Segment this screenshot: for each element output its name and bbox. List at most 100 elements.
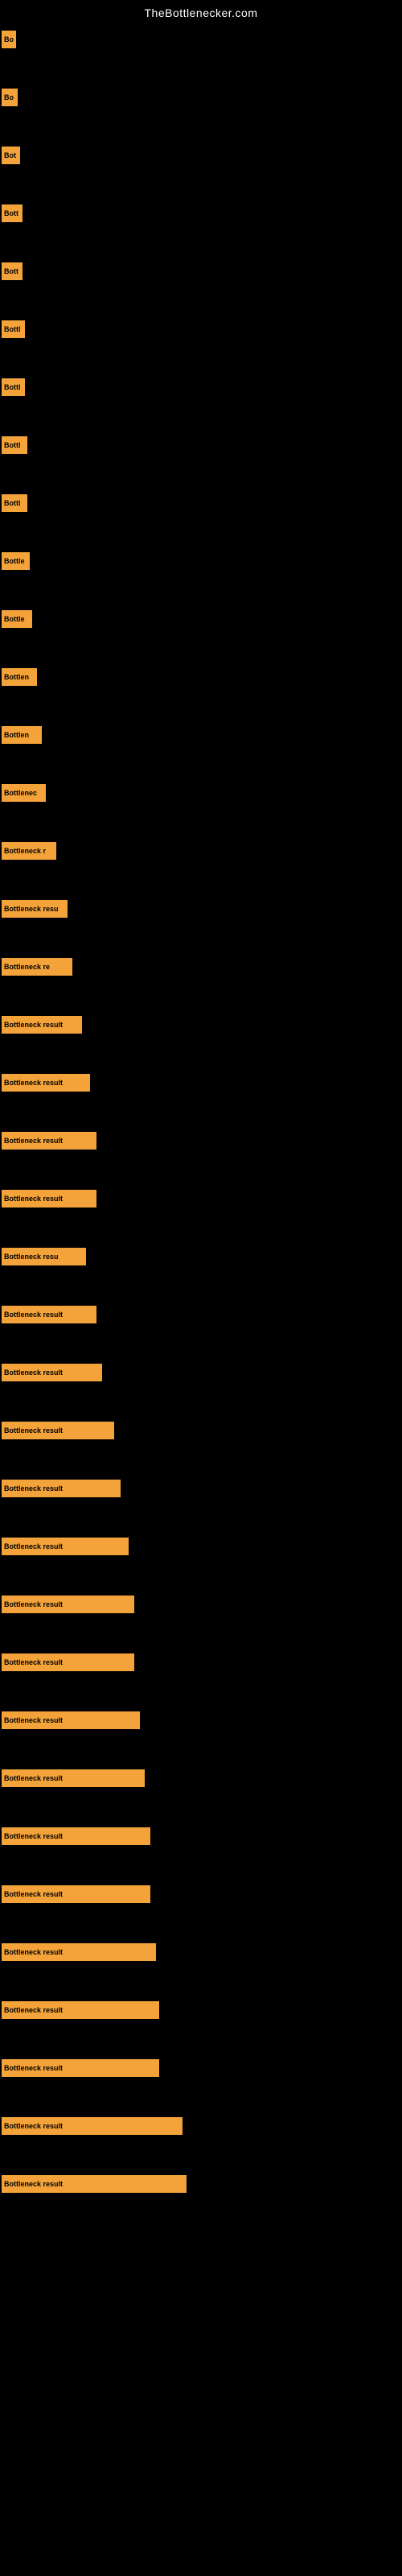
bar-row: Bottlen <box>2 668 402 686</box>
bottleneck-bar: Bottleneck result <box>2 1943 156 1961</box>
bottleneck-bar: Bottleneck result <box>2 2117 183 2135</box>
bar-row: Bottl <box>2 378 402 396</box>
bottleneck-bar: Bottl <box>2 378 25 396</box>
row-gap <box>2 1441 402 1480</box>
bar-label: Bottleneck resu <box>4 905 59 913</box>
row-gap <box>2 1035 402 1074</box>
bar-row: Bottleneck result <box>2 1943 402 1961</box>
bar-label: Bottlen <box>4 731 29 739</box>
bar-label: Bottle <box>4 557 25 565</box>
bar-label: Bottleneck result <box>4 2064 63 2072</box>
bars-container: BoBoBotBottBottBottlBottlBottlBottlBottl… <box>0 23 402 2233</box>
bar-row: Bottleneck resu <box>2 900 402 918</box>
row-gap <box>2 1151 402 1190</box>
bar-label: Bottleneck result <box>4 1774 63 1782</box>
bar-label: Bottlen <box>4 673 29 681</box>
row-gap <box>2 1847 402 1885</box>
bottleneck-bar: Bottleneck result <box>2 1422 114 1439</box>
row-gap <box>2 50 402 89</box>
row-gap <box>2 108 402 147</box>
bottleneck-bar: Bo <box>2 31 16 48</box>
bar-row: Bottleneck result <box>2 1596 402 1613</box>
bar-row: Bottleneck result <box>2 1769 402 1787</box>
site-title: TheBottlenecker.com <box>0 0 402 23</box>
bar-row: Bottleneck result <box>2 1653 402 1671</box>
bar-row: Bot <box>2 147 402 164</box>
bar-label: Bo <box>4 93 14 101</box>
bar-label: Bottleneck result <box>4 1484 63 1492</box>
bar-row: Bottl <box>2 436 402 454</box>
bar-label: Bottleneck result <box>4 2180 63 2188</box>
bar-row: Bottleneck re <box>2 958 402 976</box>
row-gap <box>2 919 402 958</box>
bottleneck-bar: Bottleneck re <box>2 958 72 976</box>
row-gap <box>2 398 402 436</box>
bottleneck-bar: Bot <box>2 147 20 164</box>
bottleneck-bar: Bottleneck result <box>2 1074 90 1092</box>
bar-label: Bottl <box>4 441 21 449</box>
bar-row: Bottleneck result <box>2 1480 402 1497</box>
bar-label: Bottleneck result <box>4 1600 63 1608</box>
bar-row: Bottl <box>2 320 402 338</box>
row-gap <box>2 1731 402 1769</box>
bar-label: Bottleneck result <box>4 2122 63 2130</box>
bottleneck-bar: Bottlenec <box>2 784 46 802</box>
bar-label: Bottleneck result <box>4 1890 63 1898</box>
bottleneck-bar: Bottleneck result <box>2 1480 121 1497</box>
row-gap <box>2 977 402 1016</box>
row-gap <box>2 1499 402 1538</box>
bar-label: Bottleneck re <box>4 963 50 971</box>
bar-row: Bottleneck result <box>2 1827 402 1845</box>
bar-label: Bottleneck result <box>4 1658 63 1666</box>
bar-label: Bottlenec <box>4 789 37 797</box>
bottleneck-bar: Bott <box>2 262 23 280</box>
row-gap <box>2 861 402 900</box>
bottleneck-bar: Bottleneck result <box>2 1190 96 1208</box>
row-gap <box>2 1905 402 1943</box>
row-gap <box>2 456 402 494</box>
bar-row: Bottleneck result <box>2 1711 402 1729</box>
row-gap <box>2 282 402 320</box>
bottleneck-bar: Bottleneck resu <box>2 1248 86 1265</box>
bar-row: Bottleneck result <box>2 1422 402 1439</box>
bar-row: Bottleneck result <box>2 2117 402 2135</box>
bar-row: Bottleneck result <box>2 1364 402 1381</box>
bar-row: Bottleneck r <box>2 842 402 860</box>
row-gap <box>2 1267 402 1306</box>
bar-label: Bottleneck result <box>4 1195 63 1203</box>
bottleneck-bar: Bottleneck r <box>2 842 56 860</box>
bottleneck-bar: Bottleneck result <box>2 1596 134 1613</box>
row-gap <box>2 1093 402 1132</box>
bar-row: Bottlen <box>2 726 402 744</box>
bar-label: Bottl <box>4 499 21 507</box>
row-gap <box>2 630 402 668</box>
row-gap <box>2 1325 402 1364</box>
bar-row: Bottleneck result <box>2 1016 402 1034</box>
bar-label: Bottleneck r <box>4 847 46 855</box>
bar-row: Bottl <box>2 494 402 512</box>
bar-row: Bottleneck result <box>2 1538 402 1555</box>
bar-label: Bottleneck result <box>4 1832 63 1840</box>
bar-row: Bottle <box>2 552 402 570</box>
row-gap <box>2 687 402 726</box>
bar-label: Bottleneck result <box>4 2006 63 2014</box>
bar-row: Bottleneck result <box>2 1885 402 1903</box>
bottleneck-bar: Bottleneck result <box>2 1711 140 1729</box>
bar-label: Bottleneck result <box>4 1542 63 1550</box>
bottleneck-bar: Bottl <box>2 320 25 338</box>
bar-label: Bottl <box>4 383 21 391</box>
row-gap <box>2 1789 402 1827</box>
bar-row: Bottleneck result <box>2 1074 402 1092</box>
bar-row: Bottleneck result <box>2 2059 402 2077</box>
bar-row: Bo <box>2 89 402 106</box>
row-gap <box>2 2194 402 2233</box>
bottleneck-bar: Bottlen <box>2 726 42 744</box>
bar-row: Bottleneck result <box>2 1190 402 1208</box>
row-gap <box>2 1963 402 2001</box>
bar-label: Bot <box>4 151 16 159</box>
bottleneck-bar: Bottle <box>2 552 30 570</box>
row-gap <box>2 224 402 262</box>
bottleneck-bar: Bottleneck result <box>2 1306 96 1323</box>
bar-label: Bottleneck result <box>4 1079 63 1087</box>
bottleneck-bar: Bottleneck result <box>2 1016 82 1034</box>
